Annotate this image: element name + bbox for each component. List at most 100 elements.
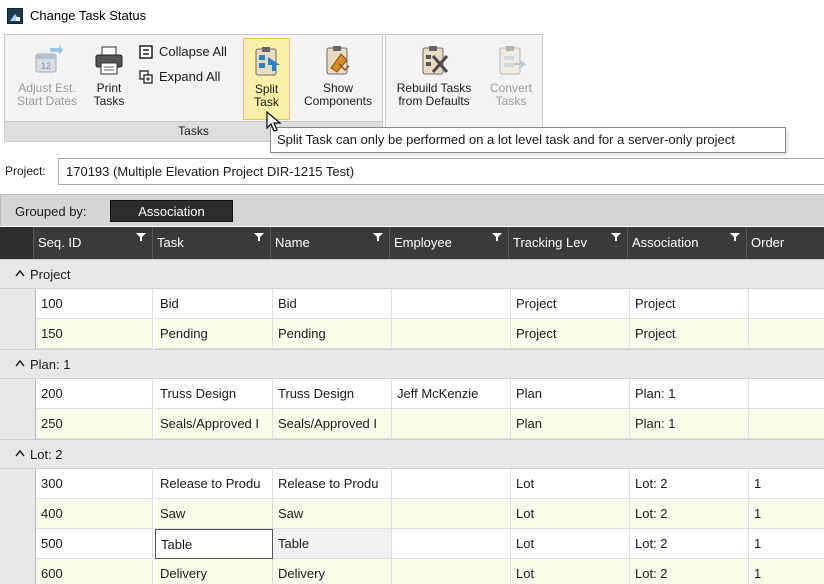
cell-task[interactable]: Release to Produ	[155, 469, 273, 499]
print-tasks-button[interactable]: Print Tasks	[87, 38, 131, 120]
expand-all-button[interactable]: Expand All	[137, 67, 220, 87]
column-header-employee[interactable]: Employee	[390, 227, 509, 259]
cell-seq-id[interactable]: 100	[36, 289, 153, 319]
cell-task[interactable]: Bid	[155, 289, 273, 319]
cell-association[interactable]: Lot: 2	[630, 529, 749, 559]
cell-name[interactable]: Pending	[273, 319, 392, 349]
cell-task[interactable]: Truss Design	[155, 379, 273, 409]
rebuild-tasks-button[interactable]: Rebuild Tasks from Defaults	[388, 38, 480, 120]
cell-seq-id[interactable]: 200	[36, 379, 153, 409]
chevron-up-icon[interactable]	[15, 269, 25, 277]
cell-employee[interactable]	[392, 409, 511, 439]
cell-association[interactable]: Lot: 2	[630, 559, 749, 584]
cell-tracking-lev[interactable]: Lot	[511, 499, 630, 529]
cell-employee[interactable]	[392, 559, 511, 584]
group-row[interactable]: Plan: 1	[0, 349, 824, 379]
filter-icon[interactable]	[492, 233, 502, 241]
adjust-est-start-dates-button[interactable]: 12 Adjust Est. Start Dates	[7, 38, 87, 120]
cell-seq-id[interactable]: 250	[36, 409, 153, 439]
filter-icon[interactable]	[254, 233, 264, 241]
cell-association[interactable]: Project	[630, 289, 749, 319]
cell-order[interactable]	[749, 289, 824, 319]
cell-association[interactable]: Lot: 2	[630, 469, 749, 499]
cell-name[interactable]: Release to Produ	[273, 469, 392, 499]
cell-order[interactable]: 1	[749, 499, 824, 529]
cell-tracking-lev[interactable]: Plan	[511, 409, 630, 439]
column-header-label: Order	[751, 235, 785, 250]
cell-association[interactable]: Lot: 2	[630, 499, 749, 529]
group-row[interactable]: Project	[0, 259, 824, 289]
cell-tracking-lev[interactable]: Plan	[511, 379, 630, 409]
cell-name[interactable]: Table	[273, 529, 392, 559]
column-header-task[interactable]: Task	[153, 227, 271, 259]
cell-seq-id[interactable]: 300	[36, 469, 153, 499]
column-header-name[interactable]: Name	[271, 227, 390, 259]
cell-seq-id[interactable]: 500	[36, 529, 153, 559]
cell-name[interactable]: Delivery	[273, 559, 392, 584]
group-by-association-chip[interactable]: Association	[110, 200, 233, 222]
row-indent	[0, 559, 36, 584]
cell-order[interactable]	[749, 409, 824, 439]
cell-task[interactable]: Delivery	[155, 559, 273, 584]
cell-seq-id[interactable]: 400	[36, 499, 153, 529]
cell-tracking-lev[interactable]: Lot	[511, 469, 630, 499]
split-task-tooltip: Split Task can only be performed on a lo…	[270, 127, 786, 153]
table-row[interactable]: 300 Release to Produ Release to Produ Lot Lo…	[0, 469, 824, 499]
table-row[interactable]: 200 Truss Design Truss Design Jeff McKenzie…	[0, 379, 824, 409]
filter-icon[interactable]	[730, 233, 740, 241]
cell-association[interactable]: Plan: 1	[630, 409, 749, 439]
cell-task[interactable]: Table	[155, 529, 273, 559]
printer-icon	[95, 46, 123, 75]
cell-name[interactable]: Seals/Approved I	[273, 409, 392, 439]
table-row[interactable]: 250 Seals/Approved I Seals/Approved I Plan P…	[0, 409, 824, 439]
table-row[interactable]: 400 Saw Saw Lot Lot: 21	[0, 499, 824, 529]
cell-tracking-lev[interactable]: Lot	[511, 529, 630, 559]
cell-task[interactable]: Seals/Approved I	[155, 409, 273, 439]
table-row[interactable]: 150 Pending Pending Project Project	[0, 319, 824, 349]
cell-employee[interactable]	[392, 319, 511, 349]
column-header-tracking-lev[interactable]: Tracking Lev	[509, 227, 628, 259]
chevron-up-icon[interactable]	[15, 359, 25, 367]
cell-tracking-lev[interactable]: Project	[511, 319, 630, 349]
cell-tracking-lev[interactable]: Project	[511, 289, 630, 319]
table-row[interactable]: 600 Delivery Delivery Lot Lot: 21	[0, 559, 824, 584]
cell-task[interactable]: Pending	[155, 319, 273, 349]
cell-association[interactable]: Plan: 1	[630, 379, 749, 409]
table-row[interactable]: 100 Bid Bid Project Project	[0, 289, 824, 319]
table-row[interactable]: 500 Table Table Lot Lot: 21	[0, 529, 824, 559]
cell-name[interactable]: Truss Design	[273, 379, 392, 409]
cell-seq-id[interactable]: 600	[36, 559, 153, 584]
cell-seq-id[interactable]: 150	[36, 319, 153, 349]
filter-icon[interactable]	[611, 233, 621, 241]
convert-tasks-button[interactable]: Convert Tasks	[482, 38, 540, 120]
cell-employee[interactable]	[392, 289, 511, 319]
split-task-button[interactable]: Split Task	[243, 38, 290, 120]
cell-name[interactable]: Saw	[273, 499, 392, 529]
cell-order[interactable]	[749, 379, 824, 409]
collapse-all-button[interactable]: Collapse All	[137, 42, 227, 62]
cell-task[interactable]: Saw	[155, 499, 273, 529]
group-label: Plan: 1	[30, 357, 71, 372]
cell-order[interactable]: 1	[749, 469, 824, 499]
cell-employee[interactable]: Jeff McKenzie	[392, 379, 511, 409]
filter-icon[interactable]	[373, 233, 383, 241]
column-header-seq-id[interactable]: Seq. ID	[34, 227, 153, 259]
cell-order[interactable]: 1	[749, 559, 824, 584]
filter-icon[interactable]	[136, 233, 146, 241]
chevron-up-icon[interactable]	[15, 449, 25, 457]
collapse-all-icon	[139, 45, 153, 59]
cell-name[interactable]: Bid	[273, 289, 392, 319]
cell-tracking-lev[interactable]: Lot	[511, 559, 630, 584]
cell-employee[interactable]	[392, 469, 511, 499]
cell-association[interactable]: Project	[630, 319, 749, 349]
column-header-association[interactable]: Association	[628, 227, 747, 259]
cell-employee[interactable]	[392, 499, 511, 529]
group-row[interactable]: Lot: 2	[0, 439, 824, 469]
cell-order[interactable]: 1	[749, 529, 824, 559]
column-header-order[interactable]: Order	[747, 227, 824, 259]
clipboard-split-icon	[255, 47, 280, 76]
show-components-button[interactable]: Show Components	[295, 38, 381, 120]
project-field[interactable]: 170193 (Multiple Elevation Project DIR-1…	[58, 158, 824, 185]
cell-order[interactable]	[749, 319, 824, 349]
cell-employee[interactable]	[392, 529, 511, 559]
